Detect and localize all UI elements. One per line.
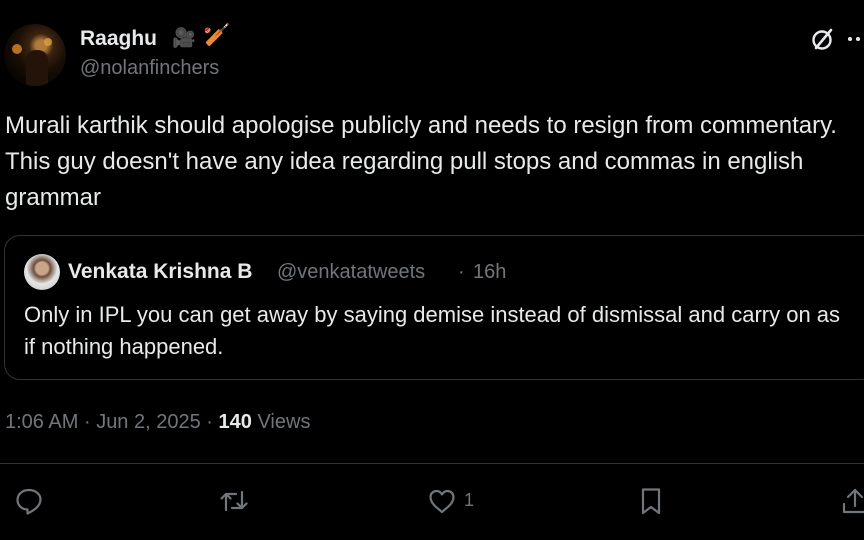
more-icon[interactable] bbox=[846, 24, 864, 54]
tweet-text: Murali karthik should apologise publicly… bbox=[5, 112, 837, 211]
quoted-author-name: Venkata Krishna B bbox=[68, 260, 253, 283]
divider bbox=[0, 463, 864, 464]
tweet-time[interactable]: 1:06 AM bbox=[5, 411, 78, 433]
like-icon[interactable] bbox=[427, 486, 457, 516]
meta-dot: · bbox=[83, 411, 91, 433]
quoted-tweet-text: Only in IPL you can get away by saying d… bbox=[24, 302, 841, 359]
grok-icon[interactable] bbox=[808, 24, 838, 54]
author-display-name[interactable]: Raaghu bbox=[80, 27, 157, 51]
share-icon[interactable] bbox=[840, 486, 864, 516]
views-label: Views bbox=[257, 411, 311, 433]
meta-dot: · bbox=[206, 411, 213, 433]
author-avatar[interactable] bbox=[4, 24, 66, 86]
author-handle[interactable]: @nolanfinchers bbox=[80, 57, 219, 80]
tweet-date[interactable]: Jun 2, 2025 bbox=[96, 411, 201, 433]
cricket-badge-icon: 🏏 bbox=[203, 22, 231, 47]
quoted-author-handle: @venkatatweets bbox=[277, 261, 426, 283]
camera-badge-icon: 🎥 bbox=[172, 28, 196, 49]
quoted-timestamp: 16h bbox=[473, 261, 507, 283]
reply-icon[interactable] bbox=[14, 486, 44, 516]
repost-icon[interactable] bbox=[218, 486, 248, 516]
tweet-meta: 1:06 AM · Jun 2, 2025 · 140 Views bbox=[5, 411, 310, 434]
like-count: 1 bbox=[464, 490, 475, 510]
quoted-separator: · bbox=[458, 261, 465, 283]
bookmark-icon[interactable] bbox=[636, 486, 666, 516]
quoted-author-avatar[interactable] bbox=[24, 254, 60, 290]
views-count: 140 bbox=[218, 411, 252, 433]
